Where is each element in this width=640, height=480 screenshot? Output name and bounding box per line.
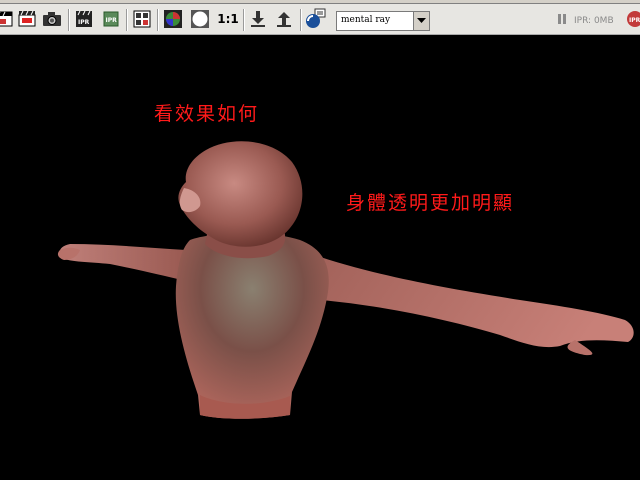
render-viewport[interactable]: 看效果如何 身體透明更加明顯: [0, 35, 640, 480]
svg-text:IPR: IPR: [78, 19, 90, 26]
renderer-select[interactable]: mental ray: [336, 11, 430, 31]
pause-icon: [558, 14, 566, 24]
snapshot-button[interactable]: [41, 8, 63, 30]
ipr-refresh-icon: IPR: [103, 11, 119, 27]
toolbar-separator: [126, 9, 128, 31]
alpha-channel-icon: [191, 10, 209, 28]
real-size-button[interactable]: 1:1: [215, 8, 241, 30]
render-sequence-button[interactable]: [131, 8, 153, 30]
toolbar-separator: [68, 9, 70, 31]
ipr-clip-icon: IPR: [76, 10, 92, 27]
renderer-select-value: mental ray: [341, 15, 391, 25]
caption-right: 身體透明更加明顯: [346, 192, 515, 214]
render-sequence-icon: [133, 10, 151, 28]
render-image: [57, 141, 634, 419]
render-settings-button[interactable]: [304, 8, 326, 30]
render-current-frame-button[interactable]: [16, 8, 38, 30]
caption-top: 看效果如何: [154, 103, 260, 125]
ipr-render-button[interactable]: IPR: [73, 8, 95, 30]
keep-image-button[interactable]: [247, 8, 269, 30]
remove-image-button[interactable]: [273, 8, 295, 30]
render-region-icon: [0, 11, 13, 27]
toolbar-separator: [157, 9, 159, 31]
pause-ipr-button[interactable]: [553, 8, 571, 30]
render-clip-icon: [18, 10, 36, 27]
save-image-icon: [277, 12, 291, 27]
render-settings-icon: [306, 8, 326, 28]
chevron-down-icon: [417, 18, 426, 23]
svg-text:IPR: IPR: [106, 17, 118, 24]
snapshot-camera-icon: [43, 12, 61, 26]
ipr-memory-status: IPR: 0MB: [574, 16, 614, 26]
real-size-label: 1:1: [217, 12, 239, 26]
toolbar-separator: [243, 9, 245, 31]
character-model: [57, 141, 634, 419]
render-region-button[interactable]: [0, 8, 16, 30]
render-view-toolbar: IPR IPR 1:1 mental ray IPR: 0MB IPR: [0, 4, 640, 35]
svg-text:IPR: IPR: [629, 17, 640, 24]
renderer-select-dropdown-button[interactable]: [413, 12, 429, 30]
display-alpha-button[interactable]: [189, 8, 211, 30]
color-channels-icon: [164, 10, 182, 28]
display-rgb-button[interactable]: [162, 8, 184, 30]
ipr-badge-button[interactable]: IPR: [626, 8, 640, 30]
ipr-badge-icon: IPR: [627, 11, 640, 27]
keep-image-icon: [251, 11, 265, 27]
toolbar-separator: [300, 9, 302, 31]
refresh-ipr-button[interactable]: IPR: [100, 8, 122, 30]
